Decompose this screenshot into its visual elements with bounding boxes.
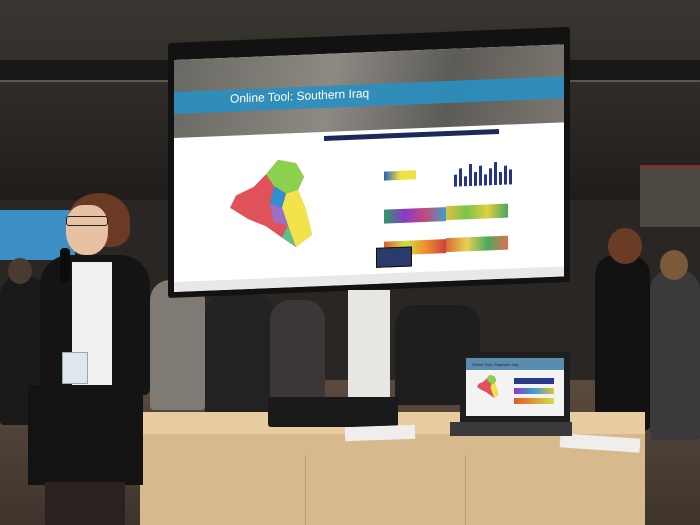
drawer-seam — [465, 455, 466, 525]
conference-phones — [268, 397, 398, 427]
microphone-icon — [60, 248, 70, 282]
laptop-chart — [514, 378, 554, 384]
laptop-keyboard — [450, 422, 572, 436]
panel-strip — [446, 235, 508, 253]
panel-row-1 — [326, 168, 416, 182]
monitor-screen: Online Tool: Southern Iraq — [174, 44, 564, 292]
panel-strip — [446, 203, 508, 221]
background-booth — [640, 165, 700, 227]
attendee — [270, 300, 325, 410]
laptop-screen-title: Online Tool: Southern Iraq — [472, 362, 519, 367]
panel-strip — [384, 207, 446, 224]
iraq-map — [230, 159, 312, 248]
laptop-strip — [514, 388, 554, 394]
attendee-head — [660, 250, 688, 280]
attendee — [205, 295, 275, 415]
bar-chart — [454, 162, 512, 187]
attendee-head — [8, 258, 32, 284]
monitor-stand — [348, 290, 390, 410]
laptop-map — [477, 375, 499, 398]
attendee — [595, 255, 650, 430]
presenter-legs — [45, 482, 125, 525]
attendee — [150, 280, 205, 410]
laptop-strip — [514, 398, 554, 404]
drawer-seam — [305, 455, 306, 525]
attendee-head — [608, 228, 642, 264]
panel-strip — [384, 170, 416, 181]
attendee — [650, 270, 700, 440]
presenter-skirt — [28, 385, 143, 485]
papers — [344, 424, 416, 442]
name-badge — [62, 352, 88, 384]
inset-thumbnail — [376, 246, 412, 268]
presenter-face — [66, 205, 108, 255]
glasses-icon — [66, 216, 108, 226]
